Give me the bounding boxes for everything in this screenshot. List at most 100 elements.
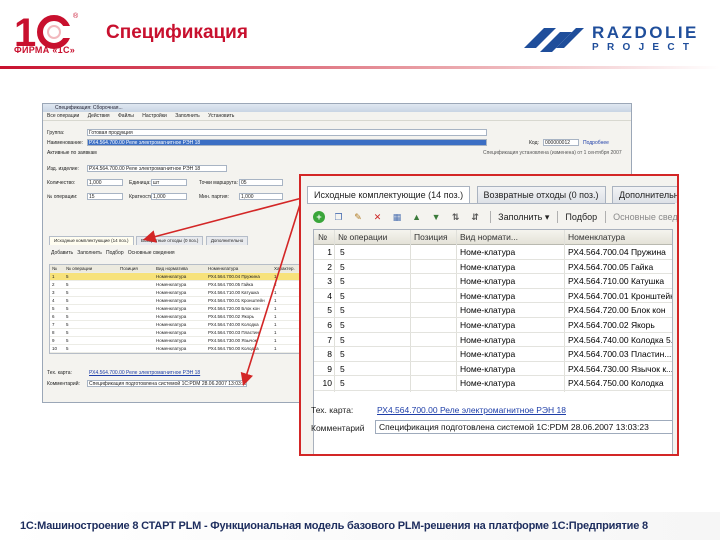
tab-returns-small[interactable]: Возвратные отходы (0 поз.) — [135, 236, 204, 245]
col-header-kind[interactable]: Вид нормати... — [460, 230, 518, 244]
table-row[interactable]: 3 5 Номе-клатура РХ4.564.710.00 Катушка — [314, 274, 672, 289]
cell-item-small: РХ4.564.700.01 Кронштейн — [208, 298, 265, 303]
logo-razdolie-sub: PROJECT — [592, 42, 698, 53]
table-row[interactable]: 7 5 Номе-клатура РХ4.564.740.00 Колодка 5..… — [314, 333, 672, 348]
card-link-small[interactable]: РХ4.564.700.00 Реле электромагнитное РЭН… — [89, 370, 200, 376]
pick-button-small[interactable]: Подбор — [106, 250, 124, 256]
tab-extra[interactable]: Дополнительно — [611, 186, 677, 203]
min-field[interactable]: 1,000 — [239, 193, 283, 200]
pick-button[interactable]: Подбор — [565, 209, 597, 225]
active-checkbox-label[interactable]: Активные по заявкам — [47, 150, 97, 156]
toolbar-item-files[interactable]: Файлы — [118, 113, 134, 119]
comment-field[interactable]: Спецификация подготовлена системой 1С:PD… — [375, 420, 673, 434]
cell-num-small: 1 — [52, 274, 55, 279]
copy-icon[interactable]: ❐ — [333, 211, 345, 223]
details-button[interactable]: Основные сведе — [613, 209, 677, 225]
cell-num: 6 — [327, 319, 332, 330]
group-field[interactable]: Готовая продукция — [87, 129, 487, 136]
table-row-small[interactable]: 10 5 Номенклатура РХ4.564.750.00 Колодка 1 — [50, 345, 306, 353]
cell-char-small: 1 — [274, 314, 277, 319]
name-field[interactable]: РХ4.564.700.00 Реле электромагнитное РЭН… — [87, 139, 487, 146]
add-button-small[interactable]: Добавить — [51, 250, 73, 256]
fill-dropdown-button[interactable]: Заполнить ▾ — [498, 209, 549, 225]
toolbar-item-operations[interactable]: Все операции — [47, 113, 79, 119]
product-field[interactable]: РХ4.564.700.00 Реле электромагнитное РЭН… — [87, 165, 227, 172]
cell-op-small: 5 — [66, 274, 69, 279]
qty-field[interactable]: 1,000 — [87, 179, 123, 186]
route-field[interactable]: 05 — [239, 179, 283, 186]
tab-divider — [307, 203, 675, 204]
table-row-small[interactable]: 1 5 Номенклатура РХ4.564.700.04 Пружина 1 — [50, 273, 306, 281]
table-row-small[interactable]: 7 5 Номенклатура РХ4.564.740.00 Колодка 1 — [50, 321, 306, 329]
table-row-small[interactable]: 9 5 Номенклатура РХ4.564.730.00 Язычок 1 — [50, 337, 306, 345]
slide-title: Спецификация — [106, 22, 248, 43]
table-row-small[interactable]: 8 5 Номенклатура РХ4.564.700.03 Пластин 1 — [50, 329, 306, 337]
table-row[interactable]: 2 5 Номе-клатура РХ4.564.700.05 Гайка — [314, 260, 672, 275]
cell-item-small: РХ4.564.730.00 Язычок — [208, 338, 257, 343]
code-field[interactable]: 000000012 — [543, 139, 579, 146]
details-button-small[interactable]: Основные сведения — [128, 250, 175, 256]
tab-components-small[interactable]: Исходные комплектующие (14 поз.) — [49, 236, 134, 245]
col-header-num[interactable]: № — [318, 230, 327, 244]
cell-kind: Номе-клатура — [460, 276, 516, 287]
cell-kind-small: Номенклатура — [156, 338, 187, 343]
code-link[interactable]: Подробнее — [583, 140, 609, 146]
cell-item-small: РХ4.564.740.00 Колодка — [208, 322, 259, 327]
add-icon[interactable]: + — [313, 210, 325, 223]
cell-operation: 5 — [340, 261, 345, 272]
edit-icon[interactable]: ✎ — [352, 211, 364, 223]
tab-returns[interactable]: Возвратные отходы (0 поз.) — [476, 186, 606, 203]
mult-field[interactable]: 1,000 — [151, 193, 187, 200]
cell-op-small: 5 — [66, 338, 69, 343]
comment-field-small[interactable]: Спецификация подготовлена системой 1С:PD… — [87, 380, 247, 387]
table-row-small[interactable]: 6 5 Номенклатура РХ4.564.700.02 Якорь 1 — [50, 313, 306, 321]
move-up-icon[interactable]: ▲ — [411, 211, 423, 223]
save-icon[interactable]: ▦ — [391, 211, 403, 223]
cell-num-small: 8 — [52, 330, 55, 335]
product-label: Изд. изделие: — [47, 166, 79, 172]
table-row-small[interactable]: 3 5 Номенклатура РХ4.564.710.00 Катушка 1 — [50, 289, 306, 297]
toolbar-separator-3 — [604, 210, 606, 223]
toolbar-item-fill[interactable]: Заполнить — [175, 113, 200, 119]
table-row-small[interactable]: 5 5 Номенклатура РХ4.564.720.00 Блок кон 1 — [50, 305, 306, 313]
table-row-small[interactable]: 4 5 Номенклатура РХ4.564.700.01 Кронштейн 1 — [50, 297, 306, 305]
move-down-icon[interactable]: ▼ — [430, 211, 442, 223]
tab-extra-small[interactable]: Дополнительно — [205, 236, 249, 245]
sort-desc-icon[interactable]: ⇵ — [469, 211, 481, 223]
table-row[interactable]: 5 5 Номе-клатура РХ4.564.720.00 Блок кон — [314, 303, 672, 318]
cell-kind-small: Номенклатура — [156, 298, 187, 303]
col-header-position[interactable]: Позиция — [414, 230, 448, 244]
col-header-operation[interactable]: № операции — [338, 230, 387, 244]
table-row-small[interactable]: 2 5 Номенклатура РХ4.564.700.05 Гайка 2 — [50, 281, 306, 289]
delete-icon[interactable]: ✕ — [372, 211, 384, 223]
zoom-toolbar: + ❐ ✎ ✕ ▦ ▲ ▼ ⇅ ⇵ Заполнить ▾ Подбор Осн… — [313, 208, 677, 225]
cell-num: 3 — [327, 276, 332, 287]
toolbar-item-set[interactable]: Установить — [208, 113, 234, 119]
tab-components[interactable]: Исходные комплектующие (14 поз.) — [307, 186, 471, 204]
table-row[interactable]: 4 5 Номе-клатура РХ4.564.700.01 Кронштейн — [314, 289, 672, 304]
table-row[interactable]: 8 5 Номе-клатура РХ4.564.700.03 Пластин... — [314, 347, 672, 362]
fill-button-small[interactable]: Заполнить — [77, 250, 102, 256]
table-row[interactable]: 10 5 Номе-клатура РХ4.564.750.00 Колодка — [314, 376, 672, 391]
table-row[interactable]: 1 5 Номе-клатура РХ4.564.700.04 Пружина — [314, 245, 672, 260]
cell-op-small: 5 — [66, 290, 69, 295]
card-link[interactable]: РХ4.564.700.00 Реле электромагнитное РЭН… — [377, 405, 566, 415]
footer-caption: 1С:Машиностроение 8 СТАРТ PLM - Функцион… — [20, 520, 648, 532]
cell-item: РХ4.564.700.05 Гайка — [568, 261, 654, 272]
cell-num: 1 — [327, 247, 332, 257]
table-row[interactable]: 9 5 Номе-клатура РХ4.564.730.00 Язычок к... — [314, 362, 672, 377]
col-pos-small: Позиция — [120, 266, 138, 271]
ops-field[interactable]: 15 — [87, 193, 123, 200]
table-row[interactable]: 6 5 Номе-клатура РХ4.564.700.02 Якорь — [314, 318, 672, 333]
spec-window-toolbar2: Добавить Заполнить Подбор Основные сведе… — [51, 250, 175, 256]
cell-num-small: 4 — [52, 298, 55, 303]
sort-asc-icon[interactable]: ⇅ — [450, 211, 462, 223]
cell-op-small: 5 — [66, 306, 69, 311]
cell-kind: Номе-клатура — [460, 247, 516, 257]
cell-num: 10 — [322, 378, 332, 389]
toolbar-separator — [489, 210, 491, 223]
toolbar-item-settings[interactable]: Настройки — [142, 113, 167, 119]
unit-field[interactable]: шт — [151, 179, 187, 186]
toolbar-item-actions[interactable]: Действия — [88, 113, 110, 119]
col-header-item[interactable]: Номенклатура — [568, 230, 625, 244]
